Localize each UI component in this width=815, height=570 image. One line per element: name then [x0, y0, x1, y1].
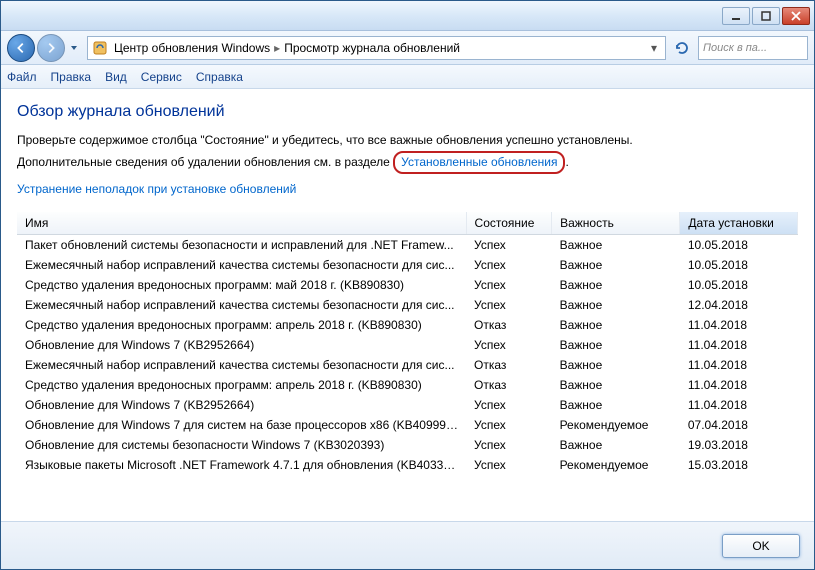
minimize-button[interactable] — [722, 7, 750, 25]
cell-importance: Важное — [552, 375, 680, 395]
table-row[interactable]: Ежемесячный набор исправлений качества с… — [17, 255, 798, 275]
cell-name: Обновление для Windows 7 (KB2952664) — [17, 395, 466, 415]
table-row[interactable]: Обновление для Windows 7 для систем на б… — [17, 415, 798, 435]
ok-button[interactable]: OK — [722, 534, 800, 558]
forward-button[interactable] — [37, 34, 65, 62]
installed-updates-link[interactable]: Установленные обновления — [393, 151, 565, 174]
cell-name: Ежемесячный набор исправлений качества с… — [17, 355, 466, 375]
troubleshoot-link[interactable]: Устранение неполадок при установке обнов… — [17, 182, 296, 196]
cell-date: 19.03.2018 — [680, 435, 798, 455]
footer-bar: OK — [1, 521, 814, 569]
navigation-bar: Центр обновления Windows ▸ Просмотр журн… — [1, 31, 814, 65]
table-row[interactable]: Средство удаления вредоносных программ: … — [17, 375, 798, 395]
menu-bar: Файл Правка Вид Сервис Справка — [1, 65, 814, 89]
table-row[interactable]: Средство удаления вредоносных программ: … — [17, 275, 798, 295]
back-button[interactable] — [7, 34, 35, 62]
column-header-importance[interactable]: Важность — [552, 212, 680, 235]
cell-date: 11.04.2018 — [680, 335, 798, 355]
cell-importance: Важное — [552, 355, 680, 375]
cell-name: Обновление для системы безопасности Wind… — [17, 435, 466, 455]
cell-state: Успех — [466, 275, 552, 295]
refresh-button[interactable] — [670, 36, 694, 60]
nav-history-dropdown[interactable] — [67, 37, 81, 59]
cell-date: 10.05.2018 — [680, 275, 798, 295]
menu-tools[interactable]: Сервис — [141, 70, 182, 84]
cell-importance: Рекомендуемое — [552, 415, 680, 435]
breadcrumb-part-2[interactable]: Просмотр журнала обновлений — [284, 41, 460, 55]
cell-date: 11.04.2018 — [680, 375, 798, 395]
menu-edit[interactable]: Правка — [51, 70, 92, 84]
table-row[interactable]: Обновление для Windows 7 (KB2952664)Успе… — [17, 395, 798, 415]
cell-importance: Важное — [552, 235, 680, 256]
cell-date: 10.05.2018 — [680, 255, 798, 275]
instruction-prefix: Дополнительные сведения об удалении обно… — [17, 155, 393, 169]
cell-name: Средство удаления вредоносных программ: … — [17, 315, 466, 335]
cell-name: Пакет обновлений системы безопасности и … — [17, 235, 466, 256]
cell-state: Отказ — [466, 355, 552, 375]
cell-importance: Важное — [552, 315, 680, 335]
menu-help[interactable]: Справка — [196, 70, 243, 84]
maximize-button[interactable] — [752, 7, 780, 25]
cell-importance: Рекомендуемое — [552, 455, 680, 475]
window-frame: Центр обновления Windows ▸ Просмотр журн… — [0, 0, 815, 570]
breadcrumb-part-1[interactable]: Центр обновления Windows — [114, 41, 270, 55]
cell-state: Успех — [466, 235, 552, 256]
cell-importance: Важное — [552, 395, 680, 415]
cell-name: Языковые пакеты Microsoft .NET Framework… — [17, 455, 466, 475]
cell-state: Успех — [466, 435, 552, 455]
menu-file[interactable]: Файл — [7, 70, 37, 84]
cell-state: Отказ — [466, 315, 552, 335]
cell-name: Ежемесячный набор исправлений качества с… — [17, 295, 466, 315]
search-placeholder: Поиск в па... — [703, 42, 767, 54]
cell-name: Средство удаления вредоносных программ: … — [17, 375, 466, 395]
cell-date: 11.04.2018 — [680, 395, 798, 415]
page-title: Обзор журнала обновлений — [17, 103, 798, 121]
cell-state: Успех — [466, 455, 552, 475]
cell-date: 12.04.2018 — [680, 295, 798, 315]
content-area: Обзор журнала обновлений Проверьте содер… — [1, 89, 814, 521]
cell-date: 10.05.2018 — [680, 235, 798, 256]
cell-state: Успех — [466, 255, 552, 275]
cell-state: Успех — [466, 335, 552, 355]
cell-importance: Важное — [552, 275, 680, 295]
cell-importance: Важное — [552, 335, 680, 355]
cell-importance: Важное — [552, 435, 680, 455]
cell-state: Успех — [466, 295, 552, 315]
column-header-name[interactable]: Имя — [17, 212, 466, 235]
table-header-row: Имя Состояние Важность Дата установки — [17, 212, 798, 235]
table-row[interactable]: Ежемесячный набор исправлений качества с… — [17, 355, 798, 375]
table-row[interactable]: Ежемесячный набор исправлений качества с… — [17, 295, 798, 315]
menu-view[interactable]: Вид — [105, 70, 127, 84]
cell-name: Ежемесячный набор исправлений качества с… — [17, 255, 466, 275]
cell-date: 11.04.2018 — [680, 315, 798, 335]
cell-date: 07.04.2018 — [680, 415, 798, 435]
titlebar — [1, 1, 814, 31]
table-row[interactable]: Обновление для Windows 7 (KB2952664)Успе… — [17, 335, 798, 355]
cell-importance: Важное — [552, 255, 680, 275]
table-row[interactable]: Пакет обновлений системы безопасности и … — [17, 235, 798, 256]
update-history-table: Имя Состояние Важность Дата установки Па… — [17, 212, 798, 511]
windows-update-icon — [92, 40, 108, 56]
cell-state: Успех — [466, 395, 552, 415]
breadcrumb[interactable]: Центр обновления Windows ▸ Просмотр журн… — [87, 36, 666, 60]
search-input[interactable]: Поиск в па... — [698, 36, 808, 60]
breadcrumb-dropdown[interactable]: ▾ — [647, 41, 661, 55]
close-button[interactable] — [782, 7, 810, 25]
table-row[interactable]: Обновление для системы безопасности Wind… — [17, 435, 798, 455]
table-row[interactable]: Средство удаления вредоносных программ: … — [17, 315, 798, 335]
cell-date: 11.04.2018 — [680, 355, 798, 375]
instruction-text-2: Дополнительные сведения об удалении обно… — [17, 151, 798, 174]
cell-date: 15.03.2018 — [680, 455, 798, 475]
cell-name: Обновление для Windows 7 для систем на б… — [17, 415, 466, 435]
cell-state: Успех — [466, 415, 552, 435]
cell-state: Отказ — [466, 375, 552, 395]
column-header-state[interactable]: Состояние — [466, 212, 552, 235]
cell-name: Средство удаления вредоносных программ: … — [17, 275, 466, 295]
cell-importance: Важное — [552, 295, 680, 315]
cell-name: Обновление для Windows 7 (KB2952664) — [17, 335, 466, 355]
column-header-date[interactable]: Дата установки — [680, 212, 798, 235]
breadcrumb-separator: ▸ — [274, 41, 280, 55]
table-row[interactable]: Языковые пакеты Microsoft .NET Framework… — [17, 455, 798, 475]
instruction-text-1: Проверьте содержимое столбца "Состояние"… — [17, 131, 798, 149]
